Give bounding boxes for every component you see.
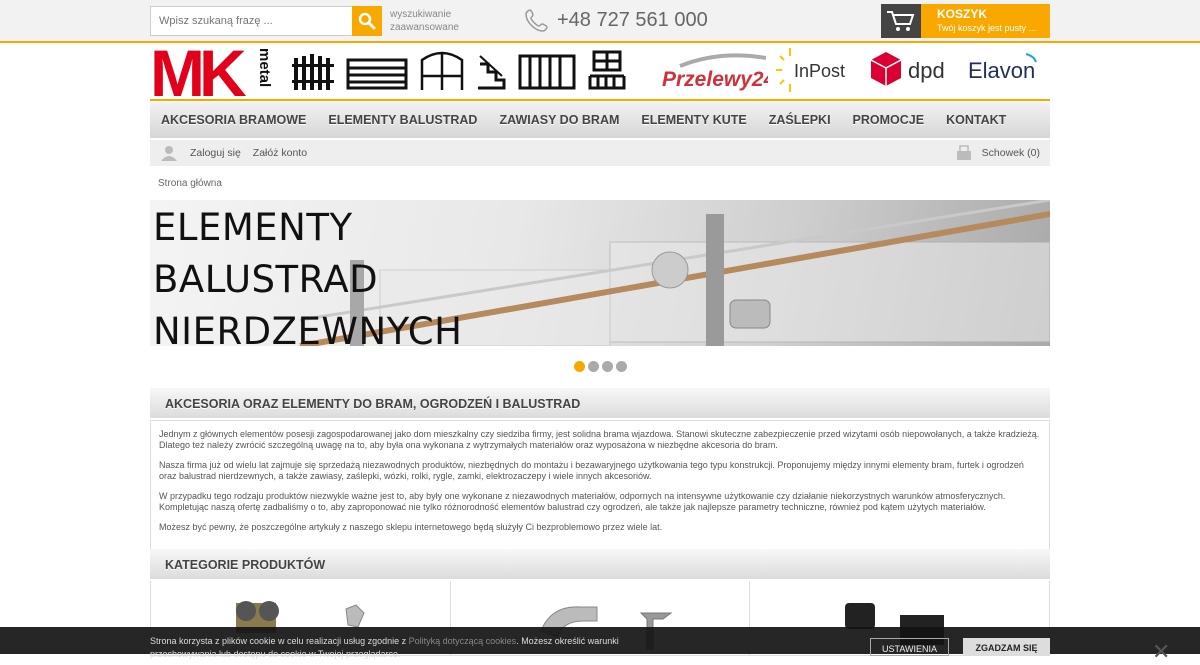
cookie-policy-link[interactable]: Polityką dotyczącą cookies [409,636,517,646]
cookie-settings-button[interactable]: USTAWIENIA [870,638,949,656]
about-text: Jednym z głównych elementów posesji zago… [150,420,1050,550]
logo-sub: metal [256,48,273,87]
advanced-search-link[interactable]: wyszukiwanie zaawansowane [390,8,459,34]
banner-headline: ELEMENTY BALUSTRAD NIERDZEWNYCH [153,206,463,346]
svg-text:dpd: dpd [908,58,945,83]
hero-banner[interactable]: ELEMENTY BALUSTRAD NIERDZEWNYCH [150,200,1050,346]
cookie-message: Strona korzysta z plików cookie w celu r… [150,636,619,659]
search-form [150,6,382,36]
slider-dot-1[interactable] [574,361,585,372]
sliding-gate-icon [346,58,408,90]
nav-accessories-gate[interactable]: AKCESORIA BRAMOWE [150,113,317,127]
site-header: MK metal Przelewy24 InPost dpd Elavon [150,36,1050,110]
account-bar: Zaloguj się Załóż konto Schowek (0) [150,140,1050,166]
slider-dot-2[interactable] [588,361,599,372]
nav-gate-hinges[interactable]: ZAWIASY DO BRAM [488,113,630,127]
search-icon [358,12,376,30]
cookie-accept-button[interactable]: ZGADZAM SIĘ [963,638,1050,656]
inpost-logo: InPost [776,48,845,92]
about-section: AKCESORIA ORAZ ELEMENTY DO BRAM, OGRODZE… [150,388,1050,550]
svg-text:Elavon: Elavon [968,58,1035,83]
product-icons [292,50,626,90]
nav-balustrade-elements[interactable]: ELEMENTY BALUSTRAD [317,113,488,127]
phone-icon [525,9,548,32]
slider-dots [574,361,627,372]
dpd-logo: dpd [870,52,945,86]
double-gate-icon [420,51,464,90]
user-icon [161,146,177,161]
slider-dot-3[interactable] [602,361,613,372]
search-input[interactable] [150,6,352,36]
fence-icon [292,54,334,90]
phone-contact: +48 727 561 000 [525,8,708,32]
breadcrumb: Strona główna [150,178,1050,189]
svg-text:InPost: InPost [794,61,845,81]
elavon-logo: Elavon [968,53,1037,83]
clipboard-icon [956,145,971,160]
search-button[interactable] [352,6,382,36]
przelewy24-logo: Przelewy24 [662,53,768,91]
logo-mark: MK [150,44,247,100]
stairs-icon [478,55,506,90]
about-title: AKCESORIA ORAZ ELEMENTY DO BRAM, OGRODZE… [150,388,1050,418]
nav-forged-elements[interactable]: ELEMENTY KUTE [630,113,757,127]
svg-text:Przelewy24: Przelewy24 [662,68,768,91]
logo[interactable]: MK metal [150,36,275,110]
balcony-icon [588,50,626,90]
login-link[interactable]: Zaloguj się [190,147,241,159]
cart-icon [887,11,915,31]
close-icon[interactable]: ✕ [1152,639,1170,665]
register-link[interactable]: Załóż konto [253,147,307,159]
slider-dot-4[interactable] [616,361,627,372]
cart-title: KOSZYK [937,7,988,21]
cart-status: Twój koszyk jest pusty ... [937,23,1037,33]
cart-widget[interactable]: KOSZYK Twój koszyk jest pusty ... [881,4,1050,38]
nav-promotions[interactable]: PROMOCJE [842,113,936,127]
main-nav: AKCESORIA BRAMOWE ELEMENTY BALUSTRAD ZAW… [150,102,1050,138]
nav-contact[interactable]: KONTAKT [935,113,1017,127]
gate-panel-icon [518,54,576,90]
breadcrumb-home[interactable]: Strona główna [158,178,222,189]
payment-logos: Przelewy24 InPost dpd Elavon [660,46,1042,94]
cookie-banner: Strona korzysta z plików cookie w celu r… [0,627,1200,664]
nav-caps[interactable]: ZAŚLEPKI [758,113,842,127]
phone-number: +48 727 561 000 [557,8,708,31]
clipboard-link[interactable]: Schowek (0) [982,147,1040,159]
categories-title: KATEGORIE PRODUKTÓW [150,549,1050,579]
